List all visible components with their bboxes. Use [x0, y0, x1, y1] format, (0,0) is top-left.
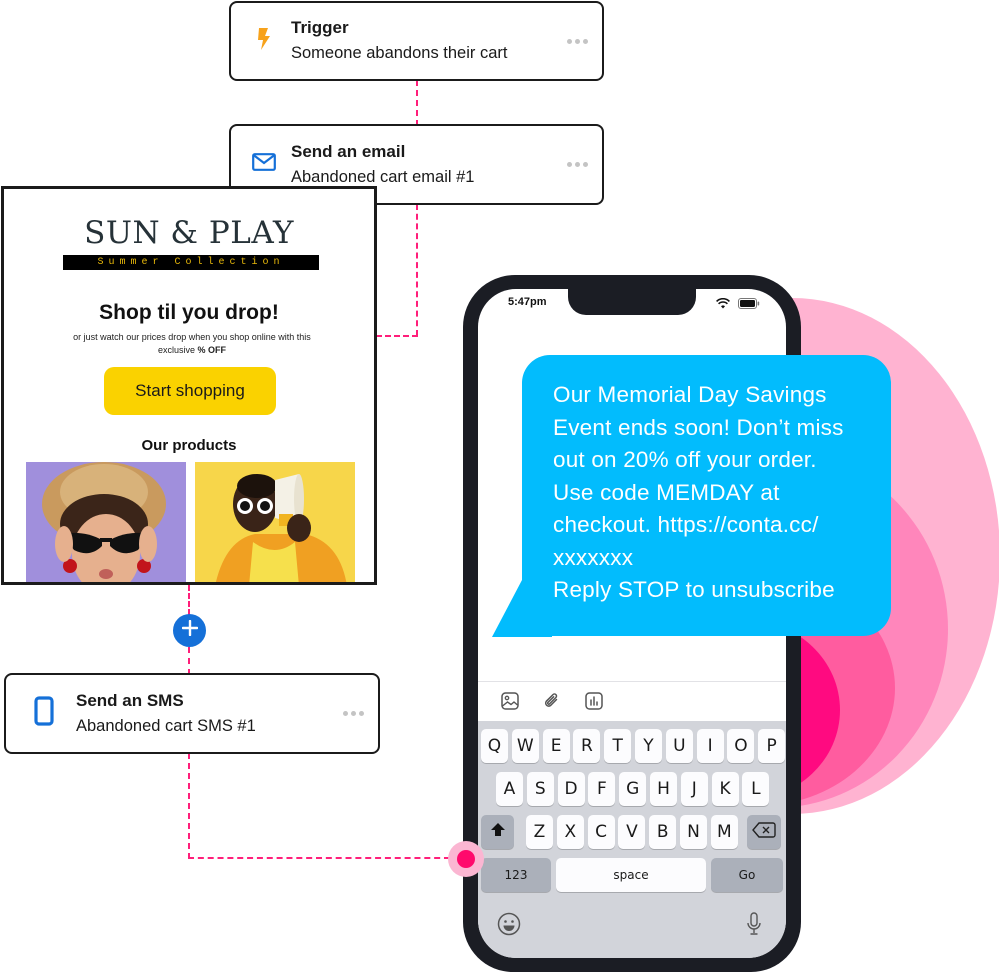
key-q[interactable]: Q — [481, 729, 508, 763]
microphone-icon[interactable] — [746, 912, 762, 941]
chart-icon[interactable] — [584, 691, 604, 716]
plus-icon — [181, 619, 198, 641]
connector-trigger-email — [416, 80, 418, 126]
key-g[interactable]: G — [619, 772, 647, 806]
workflow-step-send-sms[interactable]: Send an SMS Abandoned cart SMS #1 — [4, 673, 380, 754]
brand-tagline: Summer Collection — [63, 255, 319, 270]
key-a[interactable]: A — [496, 772, 523, 806]
connector-sms-phone-v — [188, 753, 190, 859]
step-title: Send an SMS — [76, 690, 184, 710]
key-j[interactable]: J — [680, 772, 708, 806]
key-r[interactable]: R — [573, 729, 601, 763]
sms-message-text: Our Memorial Day Savings Event ends soon… — [553, 382, 844, 602]
connector-preview-plus — [188, 585, 190, 615]
key-m[interactable]: M — [710, 815, 738, 849]
blurb-text: or just watch our prices drop when you s… — [73, 332, 311, 355]
key-u[interactable]: U — [665, 729, 693, 763]
mobile-phone-icon — [34, 696, 54, 731]
key-i[interactable]: I — [696, 729, 724, 763]
wifi-icon — [716, 296, 730, 314]
key-b[interactable]: B — [649, 815, 677, 849]
workflow-step-trigger[interactable]: Trigger Someone abandons their cart — [229, 1, 604, 81]
phone-notch — [568, 289, 696, 315]
lightning-bolt-icon — [257, 27, 271, 55]
keyboard: 123 space Go QWERTYUIOP ASDFGHJKL ZXCVBNM — [478, 721, 786, 958]
key-h[interactable]: H — [650, 772, 677, 806]
key-n[interactable]: N — [680, 815, 707, 849]
key-v[interactable]: V — [618, 815, 646, 849]
emoji-icon[interactable] — [497, 912, 521, 941]
key-d[interactable]: D — [557, 772, 585, 806]
key-s[interactable]: S — [526, 772, 554, 806]
email-preview: SUN & PLAY Summer Collection Shop til yo… — [1, 186, 377, 585]
key-c[interactable]: C — [587, 815, 615, 849]
status-time: 5:47pm — [508, 296, 547, 308]
step-subtitle: Abandoned cart SMS #1 — [76, 716, 256, 735]
start-shopping-button[interactable]: Start shopping — [104, 367, 276, 415]
key-z[interactable]: Z — [526, 815, 553, 849]
product-image-woman-sunglasses — [26, 462, 186, 582]
ellipsis-icon[interactable] — [328, 711, 378, 716]
bubble-tail — [492, 580, 552, 637]
key-e[interactable]: E — [542, 729, 570, 763]
ellipsis-icon[interactable] — [552, 162, 602, 167]
blurb-discount: % OFF — [197, 345, 227, 355]
key-l[interactable]: L — [742, 772, 770, 806]
brand-name: SUN & PLAY — [84, 215, 294, 251]
key-t[interactable]: T — [604, 729, 632, 763]
shift-icon — [490, 822, 506, 842]
battery-icon — [738, 296, 760, 314]
add-step-button[interactable] — [173, 614, 206, 647]
key-o[interactable]: O — [727, 729, 755, 763]
key-space[interactable]: space — [556, 858, 706, 892]
envelope-icon — [252, 153, 276, 176]
sms-message-bubble: Our Memorial Day Savings Event ends soon… — [492, 355, 891, 637]
ellipsis-icon[interactable] — [552, 38, 602, 44]
paperclip-icon[interactable] — [542, 691, 562, 716]
key-w[interactable]: W — [511, 729, 539, 763]
key-numbers[interactable]: 123 — [481, 858, 551, 892]
key-go[interactable]: Go — [711, 858, 783, 892]
email-blurb: or just watch our prices drop when you s… — [64, 331, 320, 357]
backspace-icon — [752, 821, 776, 843]
products-heading: Our products — [141, 437, 237, 454]
key-backspace[interactable] — [747, 815, 781, 849]
connector-email-preview-v — [416, 204, 418, 336]
connector-plus-sms — [188, 647, 190, 675]
key-f[interactable]: F — [588, 772, 616, 806]
key-y[interactable]: Y — [635, 729, 662, 763]
key-k[interactable]: K — [711, 772, 739, 806]
step-title: Send an email — [291, 141, 406, 161]
product-image-man-megaphone — [195, 462, 355, 582]
connector-email-preview-h — [376, 335, 418, 337]
image-icon[interactable] — [500, 691, 520, 716]
key-shift[interactable] — [481, 815, 514, 849]
key-p[interactable]: P — [758, 729, 786, 763]
connector-endpoint-dot — [448, 841, 484, 877]
step-title: Trigger — [291, 18, 349, 37]
email-headline: Shop til you drop! — [99, 301, 279, 324]
connector-sms-phone-h — [188, 857, 450, 859]
compose-divider — [478, 681, 786, 682]
step-subtitle: Someone abandons their cart — [291, 44, 508, 62]
key-x[interactable]: X — [556, 815, 584, 849]
